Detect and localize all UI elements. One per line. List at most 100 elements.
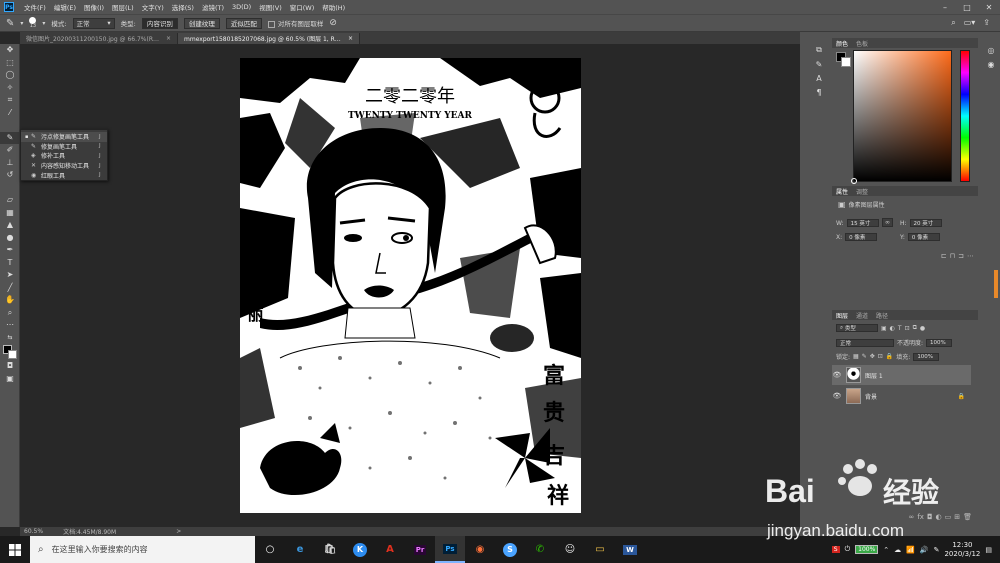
taskbar-app-word[interactable]: W xyxy=(615,536,645,563)
mode-select[interactable]: 正常 ▾ xyxy=(72,17,115,29)
filter-shape-icon[interactable]: ⊡ xyxy=(905,325,910,332)
cloud-icon[interactable]: ☁ xyxy=(894,546,901,554)
close-tab-icon[interactable]: × xyxy=(166,35,171,42)
filter-smart-icon[interactable]: ⧉ xyxy=(913,324,917,332)
y-field[interactable]: 0 像素 xyxy=(907,233,940,241)
path-selection-tool-icon[interactable]: ➤ xyxy=(0,269,20,282)
crop-tool-icon[interactable]: ⌗ xyxy=(0,94,20,107)
healing-brush-icon[interactable]: ✎ xyxy=(6,18,14,29)
move-tool-icon[interactable]: ✥ xyxy=(0,44,20,57)
clone-stamp-tool-icon[interactable]: ⊥ xyxy=(0,157,20,170)
taskbar-app-wechat[interactable]: ✆ xyxy=(525,536,555,563)
menu-edit[interactable]: 编辑(E) xyxy=(50,2,80,12)
brush-settings-icon[interactable]: ✎ xyxy=(810,58,828,70)
tab-swatches[interactable]: 色板 xyxy=(856,39,868,48)
menu-window[interactable]: 窗口(W) xyxy=(286,2,319,12)
align-right-icon[interactable]: ⊐ xyxy=(958,252,964,260)
menu-3d[interactable]: 3D(D) xyxy=(228,3,255,11)
lasso-tool-icon[interactable]: ◯ xyxy=(0,69,20,82)
clock[interactable]: 12:30 2020/3/12 xyxy=(944,541,980,558)
flyout-item-healing-brush[interactable]: ✎ 修复画笔工具 J xyxy=(21,142,107,152)
layer-name[interactable]: 背景 xyxy=(865,392,877,401)
taskbar-app-explorer[interactable]: ▭ xyxy=(585,536,615,563)
taskbar-app-edge[interactable]: e xyxy=(285,536,315,563)
tab-channels[interactable]: 通道 xyxy=(856,311,868,320)
flyout-item-content-aware-move[interactable]: ✕ 内容感知移动工具 J xyxy=(21,161,107,171)
tab-document-2[interactable]: mmexport1580185207068.jpg @ 60.5% (图层 1,… xyxy=(178,33,360,44)
layer-style-icon[interactable]: fx xyxy=(917,513,924,521)
marquee-tool-icon[interactable]: ⬚ xyxy=(0,57,20,70)
menu-select[interactable]: 选择(S) xyxy=(168,2,198,12)
close-button[interactable]: ✕ xyxy=(978,3,1000,12)
chevron-up-icon[interactable]: ⌃ xyxy=(883,546,889,554)
background-color[interactable] xyxy=(841,57,851,67)
power-plug-icon[interactable]: ⏻ xyxy=(845,545,851,554)
flyout-item-spot-healing[interactable]: ▪ ✎ 污点修复画笔工具 J xyxy=(21,132,107,142)
visibility-eye-icon[interactable]: 👁 xyxy=(832,371,842,379)
menu-filter[interactable]: 滤镜(T) xyxy=(198,2,228,12)
screen-mode-icon[interactable]: ▣ xyxy=(0,373,20,386)
lock-pixels-icon[interactable]: ✎ xyxy=(862,353,867,360)
close-tab-icon[interactable]: × xyxy=(348,35,353,42)
taskbar-search[interactable]: ⌕ 在这里输入你要搜索的内容 xyxy=(30,536,255,563)
battery-indicator[interactable]: 100% xyxy=(855,545,879,554)
share-icon[interactable]: ⇪ xyxy=(983,18,990,28)
notifications-icon[interactable]: ▤ xyxy=(985,546,992,554)
taskbar-app-store[interactable]: 🛍 xyxy=(315,536,345,563)
menu-file[interactable]: 文件(F) xyxy=(20,2,50,12)
color-swatch-pair[interactable] xyxy=(836,52,852,68)
spot-healing-tool-icon[interactable]: ✎ xyxy=(0,131,20,144)
zoom-tool-icon[interactable]: ⌕ xyxy=(0,307,20,320)
content-aware-button[interactable]: 内容识别 xyxy=(141,17,178,29)
lock-all-icon[interactable]: 🔒 xyxy=(886,353,893,360)
search-icon[interactable]: ⌕ xyxy=(951,18,955,28)
volume-icon[interactable]: 🔊 xyxy=(920,546,929,554)
quick-mask-icon[interactable]: ◘ xyxy=(0,360,20,373)
panel-scrollbar[interactable] xyxy=(994,270,998,298)
document-image[interactable]: 二零二零年 TWENTY TWENTY YEAR 美丽 富 贵 吉 祥 xyxy=(240,58,581,513)
learn-icon[interactable]: ◎ xyxy=(982,44,1000,56)
brush-size-picker[interactable]: 13 xyxy=(29,17,37,29)
filter-toggle-icon[interactable]: ● xyxy=(920,325,925,332)
delete-layer-icon[interactable]: 🗑 xyxy=(963,513,972,521)
pen-workspace-icon[interactable]: ✎ xyxy=(934,546,940,554)
link-layers-icon[interactable]: ∞ xyxy=(909,513,915,521)
menu-view[interactable]: 视图(V) xyxy=(255,2,286,12)
menu-type[interactable]: 文字(Y) xyxy=(138,2,168,12)
magic-wand-tool-icon[interactable]: ✧ xyxy=(0,82,20,95)
taskbar-app-premiere[interactable]: Pr xyxy=(405,536,435,563)
flyout-item-patch[interactable]: ◈ 修补工具 J xyxy=(21,151,107,161)
taskbar-app-sogou[interactable]: S xyxy=(495,536,525,563)
height-field[interactable]: 20 英寸 xyxy=(909,219,942,227)
layer-item-1[interactable]: 👁 图层 1 xyxy=(832,365,971,385)
menu-image[interactable]: 图像(I) xyxy=(80,2,108,12)
hand-tool-icon[interactable]: ✋ xyxy=(0,294,20,307)
line-tool-icon[interactable]: ╱ xyxy=(0,282,20,295)
wps-icon[interactable]: S xyxy=(831,546,840,553)
zoom-level[interactable]: 60.5% xyxy=(24,528,43,535)
align-left-icon[interactable]: ⊏ xyxy=(941,252,947,260)
brush-tool-icon[interactable]: ✐ xyxy=(0,144,20,157)
tab-properties[interactable]: 属性 xyxy=(836,187,848,196)
blur-tool-icon[interactable]: ▲ xyxy=(0,219,20,232)
taskbar-app-acrobat[interactable]: A xyxy=(375,536,405,563)
type-tool-icon[interactable]: T xyxy=(0,257,20,270)
tab-document-1[interactable]: 微信图片_20200311200150.jpg @ 66.7%(RGB/8) × xyxy=(20,33,178,44)
tab-adjustments[interactable]: 调整 xyxy=(856,187,868,196)
tab-color[interactable]: 颜色 xyxy=(836,39,848,48)
fill-field[interactable]: 100% xyxy=(913,352,940,361)
link-dimensions-icon[interactable]: ∞ xyxy=(882,218,893,227)
history-brush-tool-icon[interactable]: ↺ xyxy=(0,169,20,182)
filter-pixel-icon[interactable]: ▣ xyxy=(881,325,887,332)
flyout-item-red-eye[interactable]: ◉ 红眼工具 J xyxy=(21,170,107,180)
taskbar-app-qq[interactable]: ☺ xyxy=(555,536,585,563)
wifi-icon[interactable]: 📶 xyxy=(906,546,915,554)
taskbar-app-firefox[interactable]: ◉ xyxy=(465,536,495,563)
new-adjustment-icon[interactable]: ◐ xyxy=(936,513,942,521)
pressure-size-icon[interactable]: ⊘ xyxy=(329,18,337,28)
sample-all-layers-checkbox[interactable]: 对所有图层取样 xyxy=(267,18,323,28)
more-options-icon[interactable]: ⋯ xyxy=(967,252,974,260)
visibility-eye-icon[interactable]: 👁 xyxy=(832,392,842,400)
pen-tool-icon[interactable]: ✒ xyxy=(0,244,20,257)
workspace-icon[interactable]: ▭▾ xyxy=(964,18,976,28)
